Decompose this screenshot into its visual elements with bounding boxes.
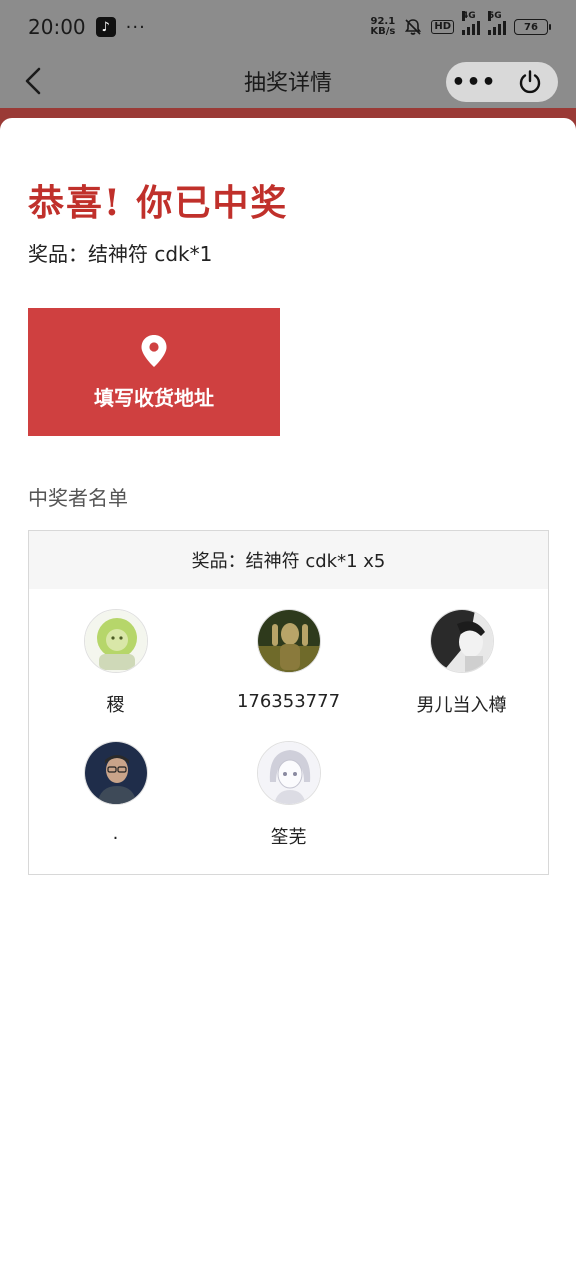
winner-name: 176353777 [236, 691, 341, 712]
prize-line: 奖品：结神符 cdk*1 [28, 242, 213, 266]
winner-item[interactable]: 筌芜 [202, 741, 375, 848]
miniprogram-capsule: ••• [446, 62, 558, 102]
bw-anime-avatar [430, 610, 493, 672]
close-miniprogram-button[interactable] [502, 62, 558, 102]
more-options-button[interactable]: ••• [446, 62, 502, 102]
avatar [429, 609, 494, 673]
page-title: 抽奖详情 [243, 71, 332, 96]
man-with-glasses-avatar [84, 742, 147, 804]
bell-off-icon [405, 19, 422, 35]
sketch-girl-avatar [257, 742, 320, 804]
location-pin-icon [141, 334, 167, 367]
winner-name: 稷 [106, 695, 125, 716]
status-bar: 20:00 ♪ ··· 92.1 KB/s HD 4G 5G 76 [0, 0, 576, 54]
winner-item[interactable]: . [29, 741, 202, 847]
winner-item[interactable]: 男儿当入樽 [375, 609, 548, 716]
chevron-left-icon [25, 67, 41, 95]
winners-prize-header: 奖品：结神符 cdk*1 x5 [29, 531, 548, 589]
congrats-title: 恭喜! 你已中奖 [28, 182, 289, 224]
battery-level: 76 [524, 21, 538, 33]
winners-heading: 中奖者名单 [28, 486, 128, 510]
tiktok-app-icon: ♪ [95, 17, 116, 37]
back-button[interactable] [18, 62, 48, 100]
network-speed-unit: KB/s [370, 26, 396, 37]
status-left: 20:00 ♪ ··· [28, 15, 146, 39]
signal-4g-label: 4G [462, 11, 476, 21]
winner-item[interactable]: 176353777 [202, 609, 375, 715]
status-time: 20:00 [28, 15, 86, 39]
lion-illustration-avatar [84, 610, 147, 672]
hd-voice-badge: HD [431, 20, 454, 34]
more-notifications-icon: ··· [125, 16, 146, 38]
winner-name: 筌芜 [270, 827, 307, 848]
avatar [83, 741, 148, 805]
battery-icon: 76 [514, 19, 551, 35]
lottery-result-sheet: 恭喜! 你已中奖 奖品：结神符 cdk*1 填写收货地址 中奖者名单 奖品：结神… [0, 118, 576, 1280]
avatar [256, 741, 321, 805]
network-speed: 92.1 KB/s [370, 17, 395, 37]
status-right: 92.1 KB/s HD 4G 5G 76 [370, 11, 551, 37]
more-dots-icon: ••• [451, 69, 497, 95]
avatar [256, 609, 321, 673]
winner-item[interactable]: 稷 [29, 609, 202, 716]
fill-address-button[interactable]: 填写收货地址 [28, 308, 280, 436]
figure-on-green-avatar [257, 610, 320, 672]
fill-address-label: 填写收货地址 [94, 385, 214, 410]
signal-5g-icon: 5G [488, 11, 506, 35]
nav-bar: 抽奖详情 ••• [0, 54, 576, 108]
winner-name: 男儿当入樽 [416, 695, 507, 716]
avatar [83, 609, 148, 673]
power-icon [519, 70, 541, 94]
signal-5g-label: 5G [488, 11, 502, 21]
winner-name: . [112, 823, 119, 844]
winners-list: 奖品：结神符 cdk*1 x5 稷 176353777 男儿当入樽 . 筌芜 [28, 530, 549, 875]
signal-4g-icon: 4G [462, 11, 480, 35]
